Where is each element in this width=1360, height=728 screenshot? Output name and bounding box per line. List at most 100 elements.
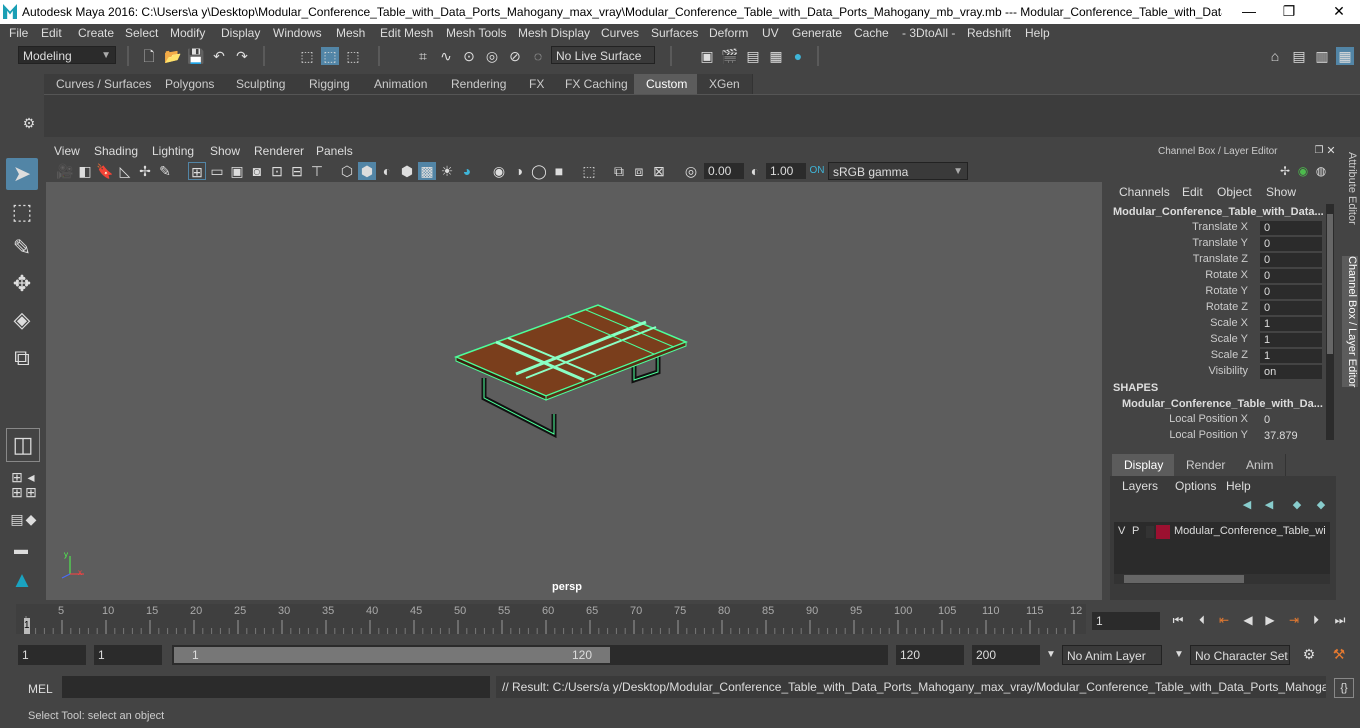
workspace-icon[interactable]: ⌂ bbox=[1266, 47, 1284, 65]
film-gate-icon[interactable]: ▭ bbox=[208, 162, 226, 180]
layer-menu-help[interactable]: Help bbox=[1226, 479, 1251, 493]
color-management-icon[interactable]: ON bbox=[808, 162, 826, 180]
script-editor-icon[interactable]: {} bbox=[1334, 678, 1354, 698]
undo-icon[interactable]: ↶ bbox=[210, 47, 228, 65]
exposure-icon[interactable]: ◎ bbox=[682, 162, 700, 180]
shadows-icon[interactable]: ☀ bbox=[438, 162, 456, 180]
menu-deform[interactable]: Deform bbox=[709, 26, 748, 40]
camera-select-icon[interactable]: 🎥 bbox=[56, 162, 74, 180]
attr-rotate-z[interactable]: Rotate Z0 bbox=[1108, 301, 1324, 317]
menu-generate[interactable]: Generate bbox=[792, 26, 842, 40]
layer-menu-options[interactable]: Options bbox=[1175, 479, 1216, 493]
key-icon[interactable]: ◉ bbox=[1294, 162, 1312, 180]
script-language-label[interactable]: MEL bbox=[28, 682, 53, 696]
bookmark-icon[interactable]: 🔖 bbox=[96, 162, 114, 180]
playback-end-field[interactable]: 120 bbox=[896, 645, 964, 665]
xray-components-icon[interactable]: ⧈ bbox=[630, 162, 648, 180]
menu-create[interactable]: Create bbox=[78, 26, 114, 40]
tab-curves-surfaces[interactable]: Curves / Surfaces bbox=[44, 74, 165, 94]
minimize-button[interactable]: — bbox=[1240, 3, 1258, 19]
attr-scale-z[interactable]: Scale Z1 bbox=[1108, 349, 1324, 365]
move-layer-up-icon[interactable]: ◀ bbox=[1238, 496, 1256, 514]
attr-local-position-y[interactable]: Local Position Y 37.879 bbox=[1108, 429, 1324, 445]
tab-attribute-editor[interactable]: Attribute Editor bbox=[1342, 152, 1358, 225]
channelbox-toggle-icon[interactable]: ▦ bbox=[1336, 47, 1354, 65]
menu-mesh-tools[interactable]: Mesh Tools bbox=[446, 26, 506, 40]
snap-view-icon[interactable]: ◎ bbox=[483, 47, 501, 65]
resolution-gate-icon[interactable]: ▣ bbox=[228, 162, 246, 180]
grease-pencil-icon[interactable]: ✎ bbox=[156, 162, 174, 180]
layer-playback-toggle[interactable]: P bbox=[1132, 525, 1139, 537]
snap-grid-icon[interactable]: ⌗ bbox=[414, 47, 432, 65]
attr-rotate-y[interactable]: Rotate Y0 bbox=[1108, 285, 1324, 301]
anti-aliasing-icon[interactable]: ◑ bbox=[510, 162, 528, 180]
tab-rendering[interactable]: Rendering bbox=[439, 74, 520, 94]
snap-live-icon[interactable]: ◌ bbox=[529, 47, 547, 65]
2d-pan-zoom-icon[interactable]: ✢ bbox=[136, 162, 154, 180]
tab-xgen[interactable]: XGen bbox=[697, 74, 753, 94]
anim-preferences-icon[interactable]: ⚒ bbox=[1330, 645, 1348, 663]
play-forward-icon[interactable]: ▶ bbox=[1262, 612, 1278, 628]
textured-icon[interactable]: ⬢ bbox=[398, 162, 416, 180]
viewport-menu-renderer[interactable]: Renderer bbox=[254, 144, 304, 158]
menu-edit-mesh[interactable]: Edit Mesh bbox=[380, 26, 433, 40]
attr-rotate-x[interactable]: Rotate X0 bbox=[1108, 269, 1324, 285]
time-slider[interactable]: 5 10 15 20 25 30 35 40 45 50 55 60 65 70 75 80 85 90 95 100… bbox=[16, 604, 1086, 634]
tab-fx-caching[interactable]: FX Caching bbox=[553, 74, 641, 94]
viewport-menu-shading[interactable]: Shading bbox=[94, 144, 138, 158]
menu-select[interactable]: Select bbox=[125, 26, 158, 40]
menu-surfaces[interactable]: Surfaces bbox=[651, 26, 698, 40]
tab-rigging[interactable]: Rigging bbox=[297, 74, 363, 94]
attr-visibility[interactable]: Visibility on bbox=[1108, 365, 1324, 381]
go-to-start-icon[interactable]: ⏮ bbox=[1170, 612, 1186, 628]
attr-translate-x[interactable]: Translate X0 bbox=[1108, 221, 1324, 237]
ambient-occlusion-icon[interactable]: ◕ bbox=[458, 162, 476, 180]
viewport-menu-show[interactable]: Show bbox=[210, 144, 240, 158]
channel-menu-object[interactable]: Object bbox=[1217, 185, 1252, 199]
attr-scale-x[interactable]: Scale X1 bbox=[1108, 317, 1324, 333]
menu-redshift[interactable]: Redshift bbox=[967, 26, 1011, 40]
end-time-field[interactable]: 200 bbox=[972, 645, 1040, 665]
layer-visibility-toggle[interactable]: V bbox=[1118, 525, 1125, 537]
layer-hscrollbar[interactable] bbox=[1114, 574, 1330, 584]
attribute-toggle-icon[interactable]: ▥ bbox=[1313, 47, 1331, 65]
step-forward-frame-icon[interactable]: ⇥ bbox=[1286, 612, 1302, 628]
menu-curves[interactable]: Curves bbox=[601, 26, 639, 40]
menu-3dtoall[interactable]: - 3DtoAll - bbox=[902, 26, 955, 40]
step-back-frame-icon[interactable]: ⇤ bbox=[1216, 612, 1232, 628]
playback-start-field[interactable]: 1 bbox=[94, 645, 162, 665]
isolate-select-icon[interactable]: ■ bbox=[550, 162, 568, 180]
menu-mesh[interactable]: Mesh bbox=[336, 26, 365, 40]
anim-layer-dropdown[interactable]: No Anim Layer bbox=[1062, 645, 1162, 665]
new-layer-selected-icon[interactable]: ◆ bbox=[1312, 496, 1330, 514]
snap-curve-icon[interactable]: ∿ bbox=[437, 47, 455, 65]
shape-name[interactable]: Modular_Conference_Table_with_Da... bbox=[1122, 398, 1324, 410]
gamma-icon[interactable]: ◐ bbox=[746, 162, 764, 180]
safe-action-icon[interactable]: ⊟ bbox=[288, 162, 306, 180]
snap-surface-icon[interactable]: ⊘ bbox=[506, 47, 524, 65]
scrollbar-thumb[interactable] bbox=[1124, 575, 1244, 583]
use-all-lights-icon[interactable]: ▩ bbox=[418, 162, 436, 180]
menu-mesh-display[interactable]: Mesh Display bbox=[518, 26, 590, 40]
menu-help[interactable]: Help bbox=[1025, 26, 1050, 40]
perspective-viewport[interactable]: y x persp bbox=[46, 182, 1102, 600]
menu-modify[interactable]: Modify bbox=[170, 26, 205, 40]
select-hierarchy-icon[interactable]: ⬚ bbox=[298, 47, 316, 65]
viewport-menu-lighting[interactable]: Lighting bbox=[152, 144, 194, 158]
outliner-toggle-icon[interactable]: ▤ bbox=[1290, 47, 1308, 65]
select-component-icon[interactable]: ⬚ bbox=[344, 47, 362, 65]
single-view-layout-icon[interactable]: ◫ bbox=[6, 428, 40, 462]
menu-windows[interactable]: Windows bbox=[273, 26, 322, 40]
safe-title-icon[interactable]: ⊤ bbox=[308, 162, 326, 180]
tab-fx[interactable]: FX bbox=[517, 74, 558, 94]
step-forward-key-icon[interactable]: ⏵ bbox=[1308, 612, 1324, 628]
shelf-settings-gear-icon[interactable]: ⚙ bbox=[20, 114, 38, 132]
lasso-tool-icon[interactable]: ⬚ bbox=[6, 196, 38, 228]
open-scene-icon[interactable]: 📂 bbox=[164, 47, 182, 65]
grid-icon[interactable]: ⊞ bbox=[188, 162, 206, 180]
channel-menu-edit[interactable]: Edit bbox=[1182, 185, 1203, 199]
channel-scrollbar[interactable] bbox=[1326, 204, 1334, 440]
object-name[interactable]: Modular_Conference_Table_with_Data... bbox=[1113, 206, 1325, 218]
colorspace-dropdown[interactable]: sRGB gamma ▼ bbox=[828, 162, 968, 180]
attr-translate-y[interactable]: Translate Y0 bbox=[1108, 237, 1324, 253]
